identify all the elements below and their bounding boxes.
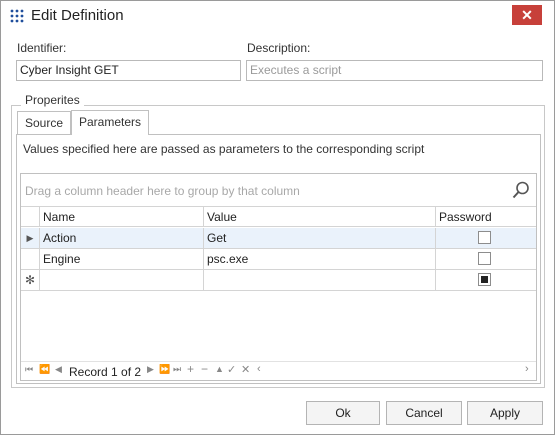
record-indicator: Record 1 of 2 xyxy=(69,365,142,379)
tab-source[interactable]: Source xyxy=(17,111,71,135)
parameters-grid: Drag a column header here to group by th… xyxy=(20,173,537,381)
identifier-field[interactable]: Cyber Insight GET xyxy=(16,60,241,81)
properties-legend: Properites xyxy=(21,93,84,107)
password-checkbox-indeterminate[interactable] xyxy=(478,273,491,286)
first-record-icon[interactable]: ⏮ xyxy=(25,364,33,375)
new-cell-value[interactable] xyxy=(204,270,436,290)
app-icon xyxy=(10,9,24,23)
cancel-edit-icon[interactable]: ✕ xyxy=(241,363,250,376)
cell-value[interactable]: Get xyxy=(204,228,436,248)
close-icon: ✕ xyxy=(521,7,533,23)
indicator-header xyxy=(21,207,40,227)
next-record-icon[interactable]: ▶ xyxy=(147,364,154,375)
identifier-label: Identifier: xyxy=(17,41,67,55)
scroll-left-icon[interactable]: ‹ xyxy=(257,363,261,375)
column-header-value[interactable]: Value xyxy=(204,207,436,227)
group-by-hint: Drag a column header here to group by th… xyxy=(25,184,300,198)
column-header-name[interactable]: Name xyxy=(40,207,204,227)
new-item-row[interactable]: ✻ xyxy=(21,270,536,291)
last-record-icon[interactable]: ⏭ xyxy=(173,364,181,375)
grid-header: Name Value Password xyxy=(21,207,536,227)
tab-parameters-label: Parameters xyxy=(78,115,142,129)
column-header-password[interactable]: Password xyxy=(436,207,536,227)
group-by-panel[interactable]: Drag a column header here to group by th… xyxy=(21,174,536,207)
row-indicator-arrow-icon: ▶ xyxy=(21,228,40,248)
new-row-asterisk-icon: ✻ xyxy=(21,270,40,290)
end-edit-icon[interactable]: ✓ xyxy=(227,363,236,376)
title-bar[interactable]: Edit Definition ✕ xyxy=(1,1,554,30)
next-page-icon[interactable]: ⏩ xyxy=(159,364,170,375)
parameters-info-text: Values specified here are passed as para… xyxy=(23,142,425,156)
prev-page-icon[interactable]: ⏪ xyxy=(39,364,50,375)
cell-password[interactable] xyxy=(436,228,536,248)
new-cell-name[interactable] xyxy=(40,270,204,290)
apply-button[interactable]: Apply xyxy=(467,401,543,425)
edit-icon[interactable]: ▲ xyxy=(215,364,224,374)
scroll-right-icon[interactable]: › xyxy=(525,363,529,375)
tab-source-label: Source xyxy=(24,116,64,130)
cell-password[interactable] xyxy=(436,249,536,269)
search-icon[interactable] xyxy=(511,180,531,200)
row-indicator xyxy=(21,249,40,269)
tab-parameters[interactable]: Parameters xyxy=(71,110,149,135)
description-field[interactable]: Executes a script xyxy=(246,60,543,81)
ok-button[interactable]: Ok xyxy=(306,401,380,425)
window-title: Edit Definition xyxy=(31,7,124,24)
append-icon[interactable]: + xyxy=(187,362,194,376)
cell-name[interactable]: Engine xyxy=(40,249,204,269)
description-label: Description: xyxy=(247,41,311,55)
table-row[interactable]: Engine psc.exe xyxy=(21,249,536,270)
close-button[interactable]: ✕ xyxy=(512,5,542,25)
data-navigator: ⏮ ⏪ ◀ Record 1 of 2 ▶ ⏩ ⏭ + − ▲ ✓ ✕ ‹ › xyxy=(21,361,536,380)
remove-icon[interactable]: − xyxy=(201,362,208,376)
prev-record-icon[interactable]: ◀ xyxy=(55,364,62,375)
new-cell-password[interactable] xyxy=(436,270,536,290)
cell-name[interactable]: Action xyxy=(40,228,204,248)
edit-definition-window: Edit Definition ✕ Identifier: Cyber Insi… xyxy=(0,0,555,435)
cancel-button[interactable]: Cancel xyxy=(386,401,462,425)
password-checkbox[interactable] xyxy=(478,231,491,244)
cell-value[interactable]: psc.exe xyxy=(204,249,436,269)
table-row[interactable]: ▶ Action Get xyxy=(21,228,536,249)
password-checkbox[interactable] xyxy=(478,252,491,265)
